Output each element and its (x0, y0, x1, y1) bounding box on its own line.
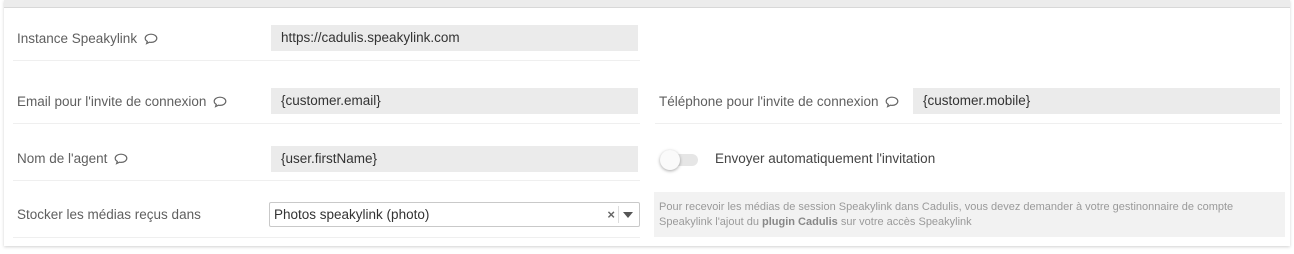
caret-down-icon[interactable] (623, 212, 633, 218)
email-label: Email pour l'invite de connexion (17, 94, 227, 109)
agent-label: Nom de l'agent (17, 151, 128, 166)
plugin-name: plugin Cadulis (762, 216, 838, 228)
media-select[interactable]: Photos speakylink (photo) × (269, 202, 640, 227)
auto-send-toggle[interactable] (660, 150, 698, 170)
auto-send-label: Envoyer automatiquement l'invitation (715, 151, 936, 166)
panel-header-strip (4, 0, 1290, 8)
clear-icon[interactable]: × (607, 203, 615, 226)
row-divider (13, 237, 640, 238)
plugin-info-note: Pour recevoir les médias de session Spea… (654, 192, 1285, 237)
speech-bubble-icon[interactable] (114, 153, 128, 165)
row-divider (655, 123, 1282, 124)
select-separator (618, 206, 619, 223)
phone-label: Téléphone pour l'invite de connexion (659, 94, 899, 109)
toggle-knob (660, 150, 680, 170)
speech-bubble-icon[interactable] (885, 96, 899, 108)
row-divider (13, 60, 640, 61)
agent-field[interactable]: {user.firstName} (271, 146, 638, 172)
media-label: Stocker les médias reçus dans (17, 207, 201, 222)
row-divider (13, 123, 640, 124)
speech-bubble-icon[interactable] (144, 33, 158, 45)
row-divider (13, 180, 640, 181)
phone-field[interactable]: {customer.mobile} (913, 88, 1280, 114)
instance-field[interactable]: https://cadulis.speakylink.com (271, 25, 638, 51)
speech-bubble-icon[interactable] (213, 96, 227, 108)
instance-label: Instance Speakylink (17, 31, 158, 46)
media-select-value: Photos speakylink (photo) (274, 207, 430, 222)
email-field[interactable]: {customer.email} (271, 88, 638, 114)
